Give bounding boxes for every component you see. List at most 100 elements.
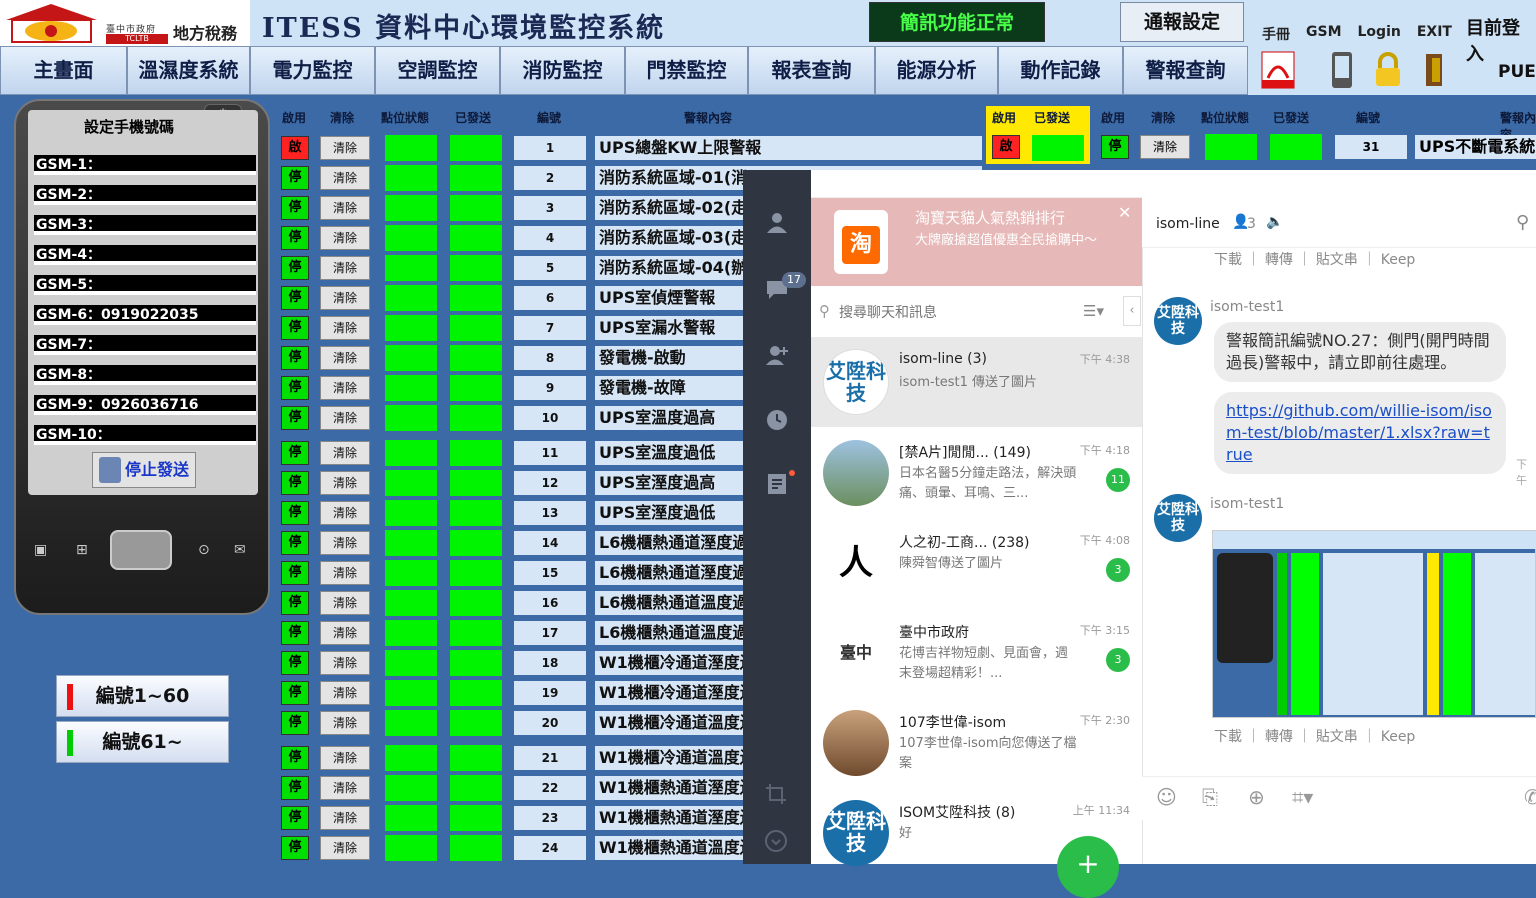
clear-button[interactable]: 清除 [320, 196, 370, 220]
enable-toggle[interactable]: 停 [281, 226, 309, 250]
action-keep[interactable]: Keep [1381, 729, 1416, 745]
chat-item[interactable]: 艾陞科技 isom-line (3) isom-test1 傳送了圖片 下午 4… [811, 337, 1142, 427]
enable-toggle[interactable]: 停 [281, 471, 309, 495]
exit-link[interactable]: EXIT [1417, 24, 1452, 44]
enable-toggle[interactable]: 停 [281, 621, 309, 645]
clear-button[interactable]: 清除 [320, 561, 370, 585]
enable-toggle[interactable]: 停 [281, 561, 309, 585]
timeline-icon[interactable] [765, 408, 789, 432]
nav-fire[interactable]: 消防監控 [500, 46, 625, 95]
nav-power[interactable]: 電力監控 [250, 46, 375, 95]
enable-toggle[interactable]: 停 [281, 711, 309, 735]
nav-reports[interactable]: 報表查詢 [748, 46, 875, 95]
nav-access[interactable]: 門禁監控 [625, 46, 748, 95]
enable-toggle[interactable]: 停 [281, 286, 309, 310]
action-download[interactable]: 下載 [1214, 729, 1242, 745]
clear-button[interactable]: 清除 [320, 651, 370, 675]
enable-toggle[interactable]: 停 [281, 681, 309, 705]
enable-toggle[interactable]: 停 [281, 591, 309, 615]
enable-toggle[interactable]: 停 [281, 196, 309, 220]
clear-button[interactable]: 清除 [320, 746, 370, 770]
lock-icon[interactable] [1368, 50, 1408, 90]
manual-link[interactable]: 手冊 [1262, 24, 1290, 44]
attach-icon[interactable]: ⎘ [1202, 785, 1218, 809]
nav-main[interactable]: 主畫面 [0, 46, 127, 95]
enable-toggle[interactable]: 停 [281, 746, 309, 770]
clear-button[interactable]: 清除 [320, 806, 370, 830]
crop-icon[interactable] [764, 782, 788, 806]
nav-action-log[interactable]: 動作記錄 [998, 46, 1123, 95]
action-keep[interactable]: Keep [1381, 252, 1416, 268]
clear-button[interactable]: 清除 [320, 376, 370, 400]
clear-button[interactable]: 清除 [320, 501, 370, 525]
clear-button[interactable]: 清除 [320, 406, 370, 430]
clear-button[interactable]: 清除 [320, 286, 370, 310]
nav-temp-humidity[interactable]: 溫濕度系統 [127, 46, 250, 95]
enable-toggle[interactable]: 停 [281, 316, 309, 340]
chat-item[interactable]: 人 人之初-工商... (238) 陳舜智傳送了圖片 下午 4:08 3 [811, 518, 1142, 608]
enable-toggle[interactable]: 停 [281, 406, 309, 430]
clear-button[interactable]: 清除 [320, 776, 370, 800]
clear-button[interactable]: 清除 [320, 836, 370, 860]
clear-button[interactable]: 清除 [320, 256, 370, 280]
clear-button[interactable]: 清除 [320, 226, 370, 250]
clear-button[interactable]: 清除 [320, 591, 370, 615]
chat-item[interactable]: 107李世偉-isom 107李世偉-isom向您傳送了檔案 下午 2:30 [811, 698, 1142, 788]
enable-toggle[interactable]: 停 [281, 346, 309, 370]
enable-toggle[interactable]: 停 [281, 776, 309, 800]
nav-energy[interactable]: 能源分析 [875, 46, 998, 95]
add-friend-icon[interactable] [765, 343, 789, 367]
clear-button[interactable]: 清除 [320, 681, 370, 705]
chat-item[interactable]: 臺中 臺中市政府 花博吉祥物短劇、見面會，週末登場超精彩！... 下午 3:15… [811, 608, 1142, 698]
friends-icon[interactable] [765, 210, 789, 234]
save-icon[interactable]: ⊕ [1248, 785, 1265, 809]
clear-button[interactable]: 清除 [320, 711, 370, 735]
mobile-phone-icon[interactable] [1322, 50, 1362, 90]
enable-toggle[interactable]: 停 [281, 256, 309, 280]
link-message[interactable]: https://github.com/willie-isom/isom-test… [1214, 392, 1506, 474]
action-post[interactable]: 貼文串 [1316, 252, 1358, 268]
clear-button[interactable]: 清除 [320, 531, 370, 555]
pdf-icon[interactable] [1258, 50, 1298, 90]
enable-toggle[interactable]: 停 [281, 651, 309, 675]
gsm-link[interactable]: GSM [1306, 24, 1342, 44]
clear-button[interactable]: 清除 [320, 471, 370, 495]
enable-toggle[interactable]: 停 [281, 836, 309, 860]
enable-toggle[interactable]: 啟 [281, 136, 309, 160]
enable-toggle[interactable]: 停 [281, 501, 309, 525]
list-menu-icon[interactable]: ☰▾ [1083, 302, 1104, 320]
clear-button[interactable]: 清除 [320, 166, 370, 190]
enable-toggle[interactable]: 停 [281, 806, 309, 830]
speaker-icon[interactable]: 🔈 [1266, 214, 1283, 230]
emoji-icon[interactable]: ☺ [1156, 785, 1177, 809]
clear-button[interactable]: 清除 [320, 136, 370, 160]
enable-toggle[interactable]: 停 [281, 441, 309, 465]
login-link[interactable]: Login [1358, 24, 1401, 44]
chat-item[interactable]: [禁A片]閒閒... (149) 日本名醫5分鐘走路法，解決頭痛、頭暈、耳鳴、三… [811, 428, 1142, 518]
call-phone-icon[interactable]: ✆ [1524, 785, 1536, 809]
chat-search-input[interactable] [839, 300, 1059, 324]
clear-button[interactable]: 清除 [320, 441, 370, 465]
action-forward[interactable]: 轉傳 [1265, 729, 1293, 745]
clear-button[interactable]: 清除 [320, 621, 370, 645]
notify-settings-button[interactable]: 通報設定 [1120, 2, 1244, 42]
action-post[interactable]: 貼文串 [1316, 729, 1358, 745]
enable-toggle[interactable]: 停 [281, 166, 309, 190]
notes-icon[interactable] [765, 472, 789, 496]
nav-ac[interactable]: 空調監控 [375, 46, 500, 95]
enable-toggle[interactable]: 停 [281, 376, 309, 400]
screenshot-crop-icon[interactable]: ⌗▾ [1292, 785, 1313, 809]
conv-search-icon[interactable]: ⚲ [1516, 212, 1529, 233]
close-ad-icon[interactable]: ✕ [1118, 203, 1131, 222]
download-icon[interactable] [764, 829, 788, 853]
clear-button[interactable]: 清除 [320, 346, 370, 370]
screenshot-thumbnail[interactable] [1212, 530, 1536, 718]
clear-button[interactable]: 清除 [320, 316, 370, 340]
exit-door-icon[interactable] [1414, 50, 1454, 90]
action-forward[interactable]: 轉傳 [1265, 252, 1293, 268]
action-download[interactable]: 下載 [1214, 252, 1242, 268]
enable-toggle[interactable]: 停 [281, 531, 309, 555]
new-chat-button[interactable]: + [1057, 836, 1119, 898]
nav-alarm-query[interactable]: 警報查詢 [1123, 46, 1248, 95]
collapse-chevron-icon[interactable]: ‹ [1123, 296, 1141, 326]
